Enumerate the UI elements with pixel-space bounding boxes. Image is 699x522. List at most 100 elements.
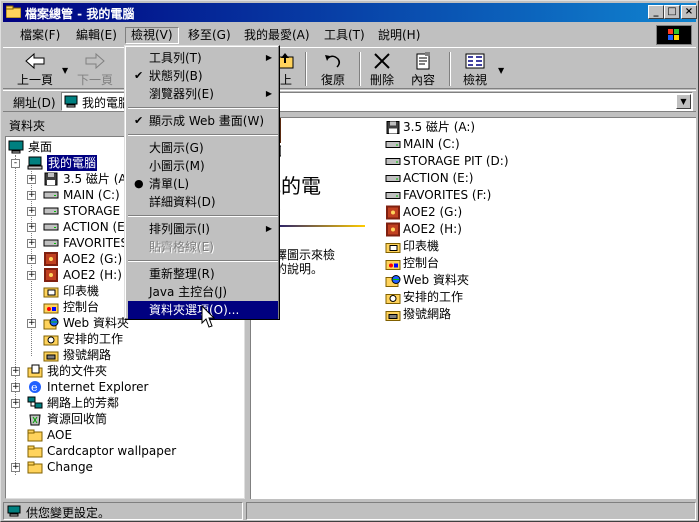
properties-button[interactable]: 內容 <box>405 51 441 87</box>
tree-item-label: ACTION (E:) <box>63 220 134 234</box>
computer-icon <box>27 156 43 170</box>
tree-item-label: 資源回收筒 <box>47 412 108 426</box>
collapse-icon[interactable]: - <box>11 159 20 168</box>
menu-tools[interactable]: 工具(T) <box>319 27 370 44</box>
control-panel-icon <box>43 303 59 314</box>
expand-icon[interactable]: + <box>27 239 36 248</box>
expand-icon[interactable]: + <box>27 175 36 184</box>
checkmark-icon: ✔ <box>134 69 144 82</box>
minimize-button[interactable]: _ <box>648 5 664 19</box>
file-item-label: 控制台 <box>403 256 440 270</box>
view-menu-explorer-bar-label: 瀏覽器列(E) <box>149 87 214 101</box>
menu-go[interactable]: 移至(G) <box>183 27 236 44</box>
tree-guide-line <box>15 155 16 475</box>
view-menu-line-up-icons-label: 貼齊格線(E) <box>149 240 214 254</box>
undo-button[interactable]: 復原 <box>313 51 353 87</box>
cd-icon <box>386 205 400 220</box>
views-button[interactable]: 檢視 <box>457 51 493 87</box>
close-button[interactable]: × <box>681 5 697 19</box>
checkmark-icon: ✔ <box>134 114 144 127</box>
expand-icon[interactable]: + <box>27 255 36 264</box>
expand-icon[interactable]: + <box>11 463 20 472</box>
tree-item-label: AOE2 (H:) <box>63 268 122 282</box>
view-menu-status-bar-label: 狀態列(B) <box>149 69 203 83</box>
menu-help[interactable]: 說明(H) <box>373 27 425 44</box>
view-menu-as-web-page[interactable]: ✔ 顯示成 Web 畫面(W) <box>128 112 278 130</box>
tree-item-label: 我的電腦 <box>47 155 98 171</box>
cd-icon <box>386 222 400 237</box>
status-bar: 供您變更設定。 <box>3 501 696 520</box>
expand-icon[interactable]: + <box>27 191 36 200</box>
address-bar: 網址(D) 我的電腦 ▼ <box>3 90 696 112</box>
view-menu-as-web-page-label: 顯示成 Web 畫面(W) <box>149 114 265 128</box>
delete-button[interactable]: 刪除 <box>365 51 399 87</box>
maximize-button[interactable]: □ <box>664 5 680 19</box>
expand-icon[interactable]: + <box>27 319 36 328</box>
menu-bar: 檔案(F) 編輯(E) 檢視(V) 移至(G) 我的最愛(A) 工具(T) 說明… <box>3 24 696 46</box>
forward-label: 下一頁 <box>76 73 113 87</box>
dialup-icon <box>385 311 401 321</box>
submenu-arrow-icon: ▶ <box>265 53 272 62</box>
menu-view[interactable]: 檢視(V) <box>125 27 179 44</box>
drive-icon <box>385 175 401 182</box>
menu-file[interactable]: 檔案(F) <box>15 27 65 44</box>
tree-item-label: 網路上的芳鄰 <box>47 396 120 410</box>
tree-item-label: Cardcaptor wallpaper <box>47 444 177 458</box>
windows-logo-icon <box>656 25 692 45</box>
menu-favorites[interactable]: 我的最愛(A) <box>239 27 315 44</box>
expand-icon[interactable]: + <box>27 207 36 216</box>
address-value: 我的電腦 <box>82 96 131 110</box>
view-menu-details[interactable]: 詳細資料(D) <box>128 193 278 211</box>
explorer-app-icon <box>6 5 21 18</box>
view-menu-toolbars[interactable]: 工具列(T) ▶ <box>128 49 278 67</box>
folder-icon <box>27 445 43 458</box>
file-item-label: Web 資料夾 <box>403 273 469 287</box>
back-dropdown-icon[interactable]: ▼ <box>62 66 68 75</box>
cd-icon <box>44 252 58 266</box>
address-dropdown-icon[interactable]: ▼ <box>676 94 691 109</box>
delete-label: 刪除 <box>369 73 394 87</box>
printer-folder-icon <box>43 287 59 298</box>
view-menu-explorer-bar[interactable]: 瀏覽器列(E) ▶ <box>128 85 278 103</box>
menu-separator <box>128 107 278 109</box>
control-panel-icon <box>385 260 401 270</box>
view-menu-small-icons[interactable]: 小圖示(M) <box>128 157 278 175</box>
views-dropdown-icon[interactable]: ▼ <box>498 66 504 75</box>
cd-icon <box>44 268 58 282</box>
title-bar[interactable]: 檔案總管 - 我的電腦 _ □ × <box>3 3 697 22</box>
content-pane[interactable]: 我的電 腦 選擇圖示來檢 它的說明。 3.5 磁片 (A:)MAIN (C:)S… <box>250 117 696 499</box>
view-menu-toolbars-label: 工具列(T) <box>149 51 202 65</box>
properties-label: 內容 <box>410 73 435 87</box>
drive-icon <box>43 239 59 247</box>
drive-icon <box>43 223 59 231</box>
forward-button[interactable]: 下一頁 <box>71 51 119 87</box>
drive-icon <box>385 158 401 165</box>
view-menu-arrange-icons-label: 排列圖示(I) <box>149 222 210 236</box>
expand-icon[interactable]: + <box>11 367 20 376</box>
computer-icon <box>64 95 78 108</box>
menu-separator <box>128 134 278 136</box>
expand-icon[interactable]: + <box>11 383 20 392</box>
view-menu-status-bar[interactable]: ✔ 狀態列(B) <box>128 67 278 85</box>
radio-bullet-icon: ● <box>134 177 144 190</box>
expand-icon[interactable]: + <box>11 399 20 408</box>
tree-item-label: 我的文件夾 <box>47 364 108 378</box>
expand-icon[interactable]: + <box>27 271 36 280</box>
file-item-label: AOE2 (H:) <box>403 222 462 236</box>
tree-item-label: 印表機 <box>63 284 100 298</box>
menu-edit[interactable]: 編輯(E) <box>71 27 122 44</box>
view-menu-list[interactable]: ● 清單(L) <box>128 175 278 193</box>
scheduled-tasks-icon <box>43 335 59 346</box>
undo-icon <box>325 55 341 68</box>
view-menu-refresh[interactable]: 重新整理(R) <box>128 265 278 283</box>
back-button[interactable]: 上一頁 <box>11 51 59 87</box>
tree-item-label: MAIN (C:) <box>63 188 120 202</box>
view-menu-java-console[interactable]: Java 主控台(J) <box>128 283 278 301</box>
file-item-label: ACTION (E:) <box>403 171 474 185</box>
view-menu-arrange-icons[interactable]: 排列圖示(I) ▶ <box>128 220 278 238</box>
view-menu-dropdown: 工具列(T) ▶ ✔ 狀態列(B) 瀏覽器列(E) ▶ ✔ 顯示成 Web 畫面… <box>124 45 280 320</box>
views-label: 檢視 <box>462 73 487 87</box>
status-panel: 供您變更設定。 <box>3 502 243 520</box>
expand-icon[interactable]: + <box>27 223 36 232</box>
view-menu-large-icons[interactable]: 大圖示(G) <box>128 139 278 157</box>
